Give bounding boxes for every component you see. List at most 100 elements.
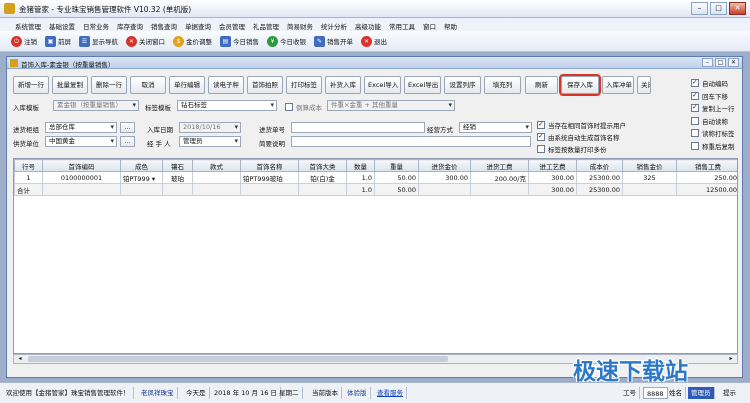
menu-statistics[interactable]: 统计分析 [317,18,351,31]
cell-category[interactable]: 铂(白)金 [298,171,347,184]
col-purity[interactable]: 成色 [120,159,163,172]
cell-purity[interactable]: 铂PT999 ▾ [120,171,163,184]
auto-read-scale-checkbox[interactable]: 自动读称 [691,115,739,128]
fill-column-button[interactable]: 填充列 [484,76,521,94]
read-scale-button[interactable]: 读电子秤 [208,76,244,94]
show-navigation-button[interactable]: ☰ 显示导航 [79,35,118,47]
menu-help[interactable]: 帮助 [440,18,461,31]
cell-name[interactable]: 铂PT999玻珀 [240,171,299,184]
method-select[interactable]: 经销 [459,122,532,133]
warehouse-browse-button[interactable]: … [120,122,135,133]
photo-button[interactable]: 首饰拍照 [247,76,283,94]
maximize-icon[interactable]: □ [710,2,727,15]
menu-inventory-query[interactable]: 库存查询 [113,18,147,31]
col-stone[interactable]: 镶石 [162,159,193,172]
tag-template-select[interactable]: 钻石标签 [177,100,277,111]
handler-select[interactable]: 管理员 [179,136,241,147]
batch-copy-button[interactable]: 批量复制 [52,76,88,94]
close-icon[interactable]: ✕ [729,2,746,15]
restock-button[interactable]: 补货入库 [325,76,361,94]
col-buy-gold-price[interactable]: 进货金价 [418,159,471,172]
cost-formula-select[interactable]: 件重×金重 + 其他重量 [327,100,455,111]
excel-export-button[interactable]: Excel导出 [404,76,441,94]
cell-code[interactable]: 0100000001 [42,171,121,184]
view-service-link[interactable]: 查看服务 [374,387,407,399]
supplier-select[interactable]: 中国黄金 [45,136,117,147]
menu-window[interactable]: 窗口 [419,18,440,31]
remark-input[interactable] [291,136,531,147]
col-sale-gold-price[interactable]: 销售金价 [622,159,677,172]
menu-member[interactable]: 会员管理 [215,18,249,31]
col-name[interactable]: 首饰名称 [240,159,299,172]
auto-code-checkbox[interactable]: 自动编码 [691,77,739,90]
cell-sale-labor[interactable]: 250.00 [676,171,737,184]
cell-buy-labor[interactable]: 200.00/克 [470,171,529,184]
col-cost-price[interactable]: 成本价 [576,159,623,172]
reverse-entry-button[interactable]: 入库冲单 [602,76,634,94]
date-picker[interactable]: 2018/10/16 [179,122,241,133]
today-cashier-button[interactable]: ¥ 今日收银 [267,35,306,47]
excel-import-button[interactable]: Excel导入 [364,76,401,94]
cell-weight[interactable]: 50.00 [374,171,419,184]
child-close-icon[interactable]: ✕ [728,58,739,67]
cell-craft-fee[interactable]: 300.00 [528,171,577,184]
template-select[interactable]: 素金银（按重量销售） [53,100,139,111]
menu-sales-query[interactable]: 销售查询 [147,18,181,31]
cell-style[interactable] [192,171,241,184]
cell-stone[interactable]: 玻珀 [162,171,193,184]
print-label-button[interactable]: 打印标签 [286,76,322,94]
warehouse-select[interactable]: 总部仓库 [45,122,117,133]
front-screen-button[interactable]: ▣ 前屏 [45,35,71,47]
menu-gift[interactable]: 礼品管理 [249,18,283,31]
duplicate-warning-checkbox[interactable]: 当存在相同首饰时提示用户 [537,120,626,130]
calc-cost-checkbox[interactable]: 倒算成本 [285,102,322,112]
sales-order-button[interactable]: ✎ 销售开单 [314,35,353,47]
child-minimize-icon[interactable]: – [702,58,713,67]
save-stock-in-button[interactable]: 保存入库 [559,74,601,96]
col-category[interactable]: 首饰大类 [298,159,347,172]
cell-buy-gold-price[interactable]: 300.00 [418,171,471,184]
menu-daily-business[interactable]: 日常业务 [79,18,113,31]
copy-prev-row-checkbox[interactable]: 复制上一行 [691,102,739,115]
col-qty[interactable]: 数量 [346,159,375,172]
col-code[interactable]: 首饰编码 [42,159,121,172]
menu-system[interactable]: 系统管理 [11,18,45,31]
close-button[interactable]: 关闭 [637,76,651,94]
menu-basic-settings[interactable]: 基础设置 [45,18,79,31]
cell-qty[interactable]: 1.0 [346,171,375,184]
col-buy-labor[interactable]: 进货工费 [470,159,529,172]
scroll-thumb[interactable] [28,356,448,362]
close-window-button[interactable]: ✕ 关闭窗口 [126,35,165,47]
cell-cost-price[interactable]: 25300.00 [576,171,623,184]
edit-row-button[interactable]: 单行编辑 [169,76,205,94]
column-order-button[interactable]: 设置列序 [444,76,481,94]
col-weight[interactable]: 重量 [374,159,419,172]
delete-row-button[interactable]: 删除一行 [91,76,127,94]
table-row[interactable]: 1 0100000001 铂PT999 ▾ 玻珀 铂PT999玻珀 铂(白)金 … [14,171,737,184]
exit-button[interactable]: ✕ 退出 [361,35,387,47]
enter-down-checkbox[interactable]: 回车下移 [691,90,739,103]
gold-price-button[interactable]: $ 金价调整 [173,35,212,47]
order-no-input[interactable] [291,122,425,133]
menu-tools[interactable]: 常用工具 [385,18,419,31]
copy-after-weigh-checkbox[interactable]: 称重后复制 [691,140,739,153]
menu-finance[interactable]: 简易财务 [283,18,317,31]
cancel-button[interactable]: 取消 [130,76,166,94]
scroll-left-icon[interactable]: ◂ [15,355,25,363]
col-sale-labor[interactable]: 销售工费 [676,159,737,172]
auto-name-checkbox[interactable]: 由系统自动生成首饰名称 [537,132,620,142]
logout-button[interactable]: ⏻ 注销 [11,35,37,47]
refresh-button[interactable]: 刷新 [525,76,558,94]
cell-row-no[interactable]: 1 [14,171,43,184]
col-style[interactable]: 款式 [192,159,241,172]
print-multi-label-checkbox[interactable]: 标签按数量打印多份 [537,144,607,154]
supplier-browse-button[interactable]: … [120,136,135,147]
add-row-button[interactable]: 新增一行 [13,76,49,94]
today-sales-button[interactable]: ▤ 今日销售 [220,35,259,47]
minimize-icon[interactable]: – [691,2,708,15]
menu-document-query[interactable]: 单据查询 [181,18,215,31]
child-maximize-icon[interactable]: □ [715,58,726,67]
col-row-no[interactable]: 行号 [14,159,43,172]
cell-sale-gold-price[interactable]: 325 [622,171,677,184]
col-craft-fee[interactable]: 进工艺费 [528,159,577,172]
